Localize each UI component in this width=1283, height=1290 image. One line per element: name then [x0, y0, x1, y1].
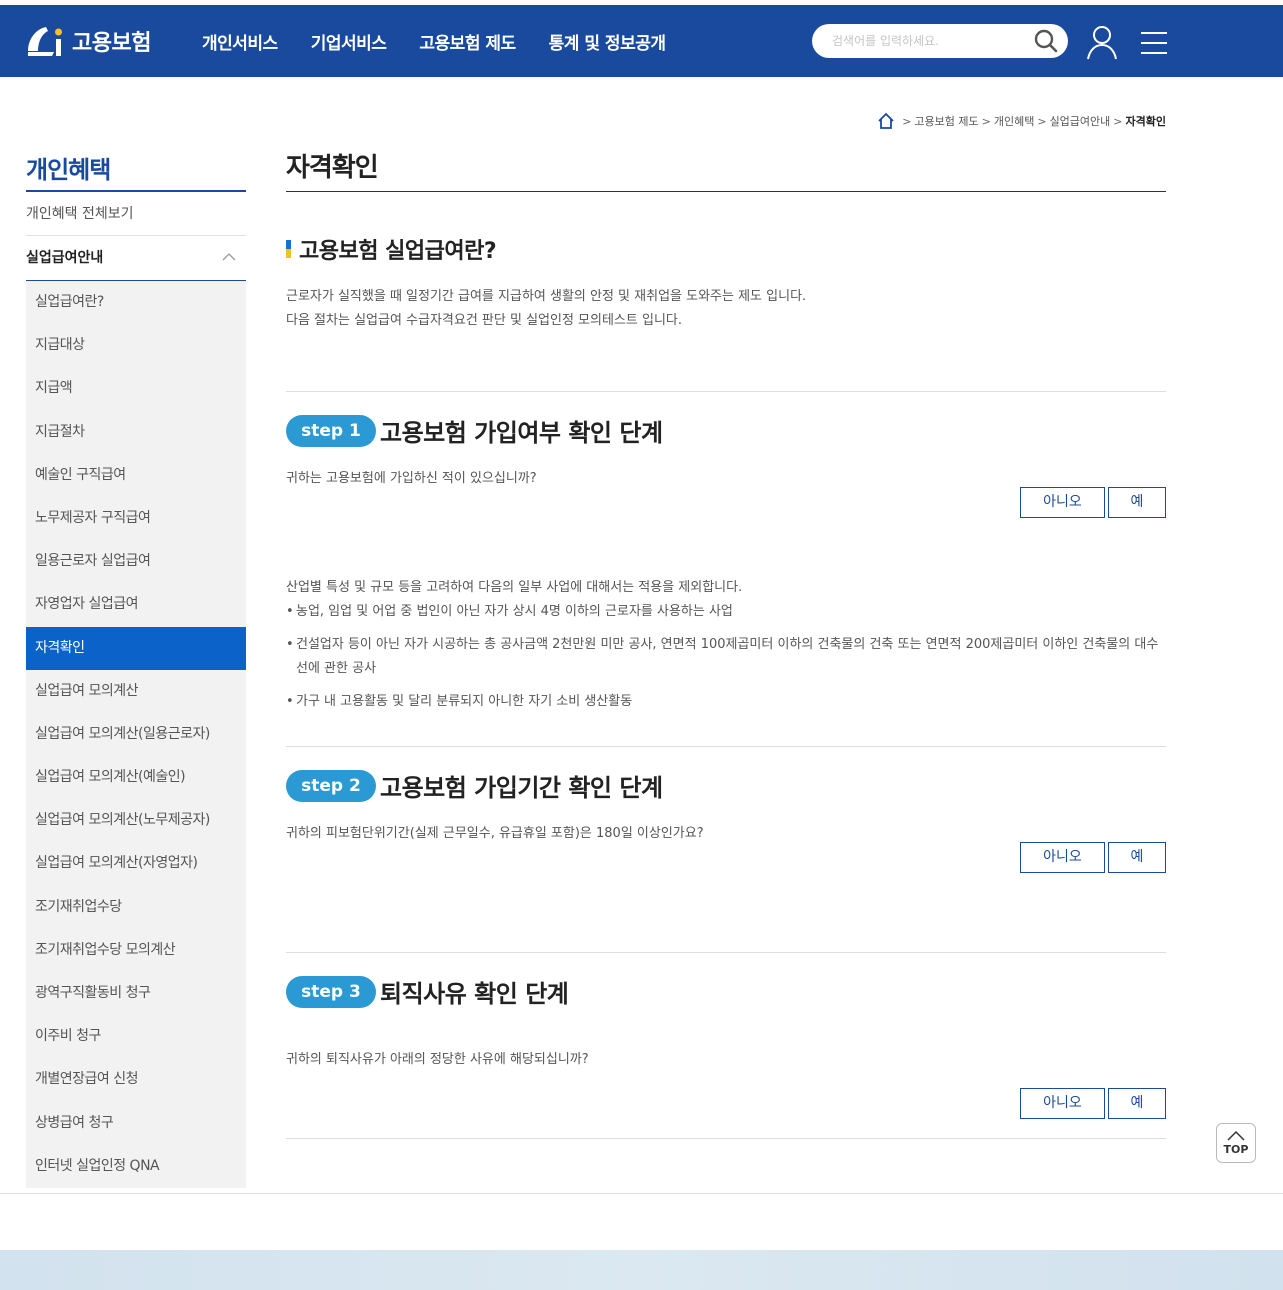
step-title: 고용보험 가입기간 확인 단계: [380, 774, 663, 802]
step-title: 고용보험 가입여부 확인 단계: [380, 419, 663, 447]
breadcrumb-item[interactable]: 개인혜택: [994, 113, 1034, 129]
footer-band: [0, 1250, 1283, 1290]
sidebar-item[interactable]: 실업급여 모의계산(일용근로자): [26, 713, 246, 756]
divider: [286, 1138, 1166, 1139]
step-3-question: 귀하의 퇴직사유가 아래의 정당한 사유에 해당되십니까?: [286, 1052, 589, 1067]
site-header: 고용보험 개인서비스 기업서비스 고용보험 제도 통계 및 정보공개: [0, 5, 1283, 77]
sidebar-item[interactable]: 인터넷 실업인정 QNA: [26, 1145, 246, 1188]
step-1-no-button[interactable]: 아니오: [1020, 487, 1105, 518]
sidebar-item[interactable]: 예술인 구직급여: [26, 454, 246, 497]
sidebar-sub-menu: 실업급여란? 지급대상 지급액 지급절차 예술인 구직급여 노무제공자 구직급여…: [26, 281, 246, 1188]
sidebar-item[interactable]: 지급절차: [26, 411, 246, 454]
note-bullet: 농업, 임업 및 어업 중 법인이 아닌 자가 상시 4명 이하의 근로자를 사…: [286, 600, 1166, 624]
step-3-no-button[interactable]: 아니오: [1020, 1088, 1105, 1119]
sidebar-item[interactable]: 자영업자 실업급여: [26, 583, 246, 626]
step-2-yes-button[interactable]: 예: [1108, 842, 1166, 873]
section-title-text: 고용보험 실업급여란?: [299, 239, 497, 264]
intro-text: 근로자가 실직했을 때 일정기간 급여를 지급하여 생활의 안정 및 재취업을 …: [286, 285, 806, 333]
logo-text: 고용보험: [72, 31, 151, 56]
search-input[interactable]: [832, 31, 1022, 51]
divider: [286, 391, 1166, 392]
arrow-up-icon: [1227, 1130, 1245, 1141]
sidebar-item[interactable]: 조기재취업수당: [26, 886, 246, 929]
main-nav: 개인서비스 기업서비스 고용보험 제도 통계 및 정보공개: [202, 5, 699, 77]
main-content: 자격확인 고용보험 실업급여란? 근로자가 실직했을 때 일정기간 급여를 지급…: [286, 145, 1166, 1139]
sidebar-all-link[interactable]: 개인혜택 전체보기: [26, 192, 246, 236]
scroll-top-button[interactable]: TOP: [1216, 1123, 1256, 1163]
sidebar-item-active[interactable]: 자격확인: [26, 626, 246, 670]
nav-business-service[interactable]: 기업서비스: [311, 29, 387, 54]
breadcrumb-current: 자격확인: [1125, 115, 1166, 128]
step-2-question: 귀하의 피보험단위기간(실제 근무일수, 유급휴일 포함)은 180일 이상인가…: [286, 826, 704, 841]
note-bullet: 가구 내 고용활동 및 달리 분류되지 아니한 자기 소비 생산활동: [286, 690, 1166, 714]
breadcrumb-separator: >: [902, 114, 912, 128]
nav-personal-service[interactable]: 개인서비스: [202, 29, 278, 54]
sidebar-item[interactable]: 실업급여 모의계산(자영업자): [26, 842, 246, 885]
home-icon[interactable]: [877, 112, 895, 130]
sidebar-item[interactable]: 실업급여란?: [26, 281, 246, 324]
step-1-header: step 1 고용보험 가입여부 확인 단계: [286, 413, 663, 448]
sidebar-item[interactable]: 개별연장급여 신청: [26, 1058, 246, 1101]
chevron-up-icon: [222, 253, 236, 261]
note-lead: 산업별 특성 및 규모 등을 고려하여 다음의 일부 사업에 대해서는 적용을 …: [286, 580, 743, 595]
sidebar-item[interactable]: 지급대상: [26, 324, 246, 367]
content-bottom-divider: [0, 1193, 1283, 1194]
step-badge: step 1: [286, 414, 376, 447]
step-3-buttons: 아니오 예: [1020, 1088, 1166, 1119]
search-icon[interactable]: [1034, 29, 1058, 53]
breadcrumb-separator: >: [981, 114, 991, 128]
divider: [286, 952, 1166, 953]
menu-icon[interactable]: [1140, 31, 1168, 55]
section-title: 고용보험 실업급여란?: [286, 233, 497, 265]
page-title: 자격확인: [286, 145, 1166, 192]
breadcrumb-separator: >: [1113, 114, 1123, 128]
sidebar-group-toggle[interactable]: 실업급여안내: [26, 236, 246, 281]
breadcrumb: > 고용보험 제도 > 개인혜택 > 실업급여안내 > 자격확인: [877, 112, 1166, 130]
exclusion-note: 산업별 특성 및 규모 등을 고려하여 다음의 일부 사업에 대해서는 적용을 …: [286, 576, 1166, 714]
intro-line: 근로자가 실직했을 때 일정기간 급여를 지급하여 생활의 안정 및 재취업을 …: [286, 289, 807, 304]
sidebar-item[interactable]: 일용근로자 실업급여: [26, 540, 246, 583]
breadcrumb-item[interactable]: 고용보험 제도: [914, 113, 978, 129]
sidebar: 개인혜택 개인혜택 전체보기 실업급여안내 실업급여란? 지급대상 지급액 지급…: [26, 145, 246, 1188]
logo-icon: [28, 27, 62, 56]
sidebar-item[interactable]: 실업급여 모의계산(예술인): [26, 756, 246, 799]
sidebar-title: 개인혜택: [26, 145, 246, 192]
step-badge: step 3: [286, 975, 376, 1008]
sidebar-item[interactable]: 실업급여 모의계산(노무제공자): [26, 799, 246, 842]
nav-insurance-system[interactable]: 고용보험 제도: [419, 29, 516, 54]
breadcrumb-item[interactable]: 실업급여안내: [1050, 113, 1111, 129]
sidebar-item[interactable]: 지급액: [26, 367, 246, 410]
intro-line: 다음 절차는 실업급여 수급자격요건 판단 및 실업인정 모의테스트 입니다.: [286, 313, 682, 328]
logo[interactable]: 고용보험: [24, 19, 151, 63]
search-box: [812, 24, 1068, 58]
sidebar-item[interactable]: 실업급여 모의계산: [26, 670, 246, 713]
step-3-yes-button[interactable]: 예: [1108, 1088, 1166, 1119]
step-2-no-button[interactable]: 아니오: [1020, 842, 1105, 873]
step-badge: step 2: [286, 769, 376, 802]
step-3-header: step 3 퇴직사유 확인 단계: [286, 974, 569, 1009]
nav-statistics[interactable]: 통계 및 정보공개: [549, 29, 666, 54]
step-1-yes-button[interactable]: 예: [1108, 487, 1166, 518]
step-title: 퇴직사유 확인 단계: [380, 980, 569, 1008]
sidebar-item[interactable]: 조기재취업수당 모의계산: [26, 929, 246, 972]
note-list: 농업, 임업 및 어업 중 법인이 아닌 자가 상시 4명 이하의 근로자를 사…: [286, 600, 1166, 714]
breadcrumb-separator: >: [1037, 114, 1047, 128]
note-bullet: 건설업자 등이 아닌 자가 시공하는 총 공사금액 2천만원 미만 공사, 연면…: [286, 633, 1166, 681]
sidebar-group-label: 실업급여안내: [26, 250, 104, 266]
step-1-buttons: 아니오 예: [1020, 487, 1166, 518]
sidebar-item[interactable]: 노무제공자 구직급여: [26, 497, 246, 540]
sidebar-item[interactable]: 이주비 청구: [26, 1015, 246, 1058]
step-1-question: 귀하는 고용보험에 가입하신 적이 있으십니까?: [286, 471, 537, 486]
sidebar-item[interactable]: 상병급여 청구: [26, 1102, 246, 1145]
user-icon[interactable]: [1086, 25, 1118, 61]
scroll-top-label: TOP: [1223, 1143, 1249, 1156]
step-2-buttons: 아니오 예: [1020, 842, 1166, 873]
title-bar-icon: [286, 240, 291, 258]
sidebar-item[interactable]: 광역구직활동비 청구: [26, 972, 246, 1015]
step-2-header: step 2 고용보험 가입기간 확인 단계: [286, 768, 663, 803]
divider: [286, 746, 1166, 747]
